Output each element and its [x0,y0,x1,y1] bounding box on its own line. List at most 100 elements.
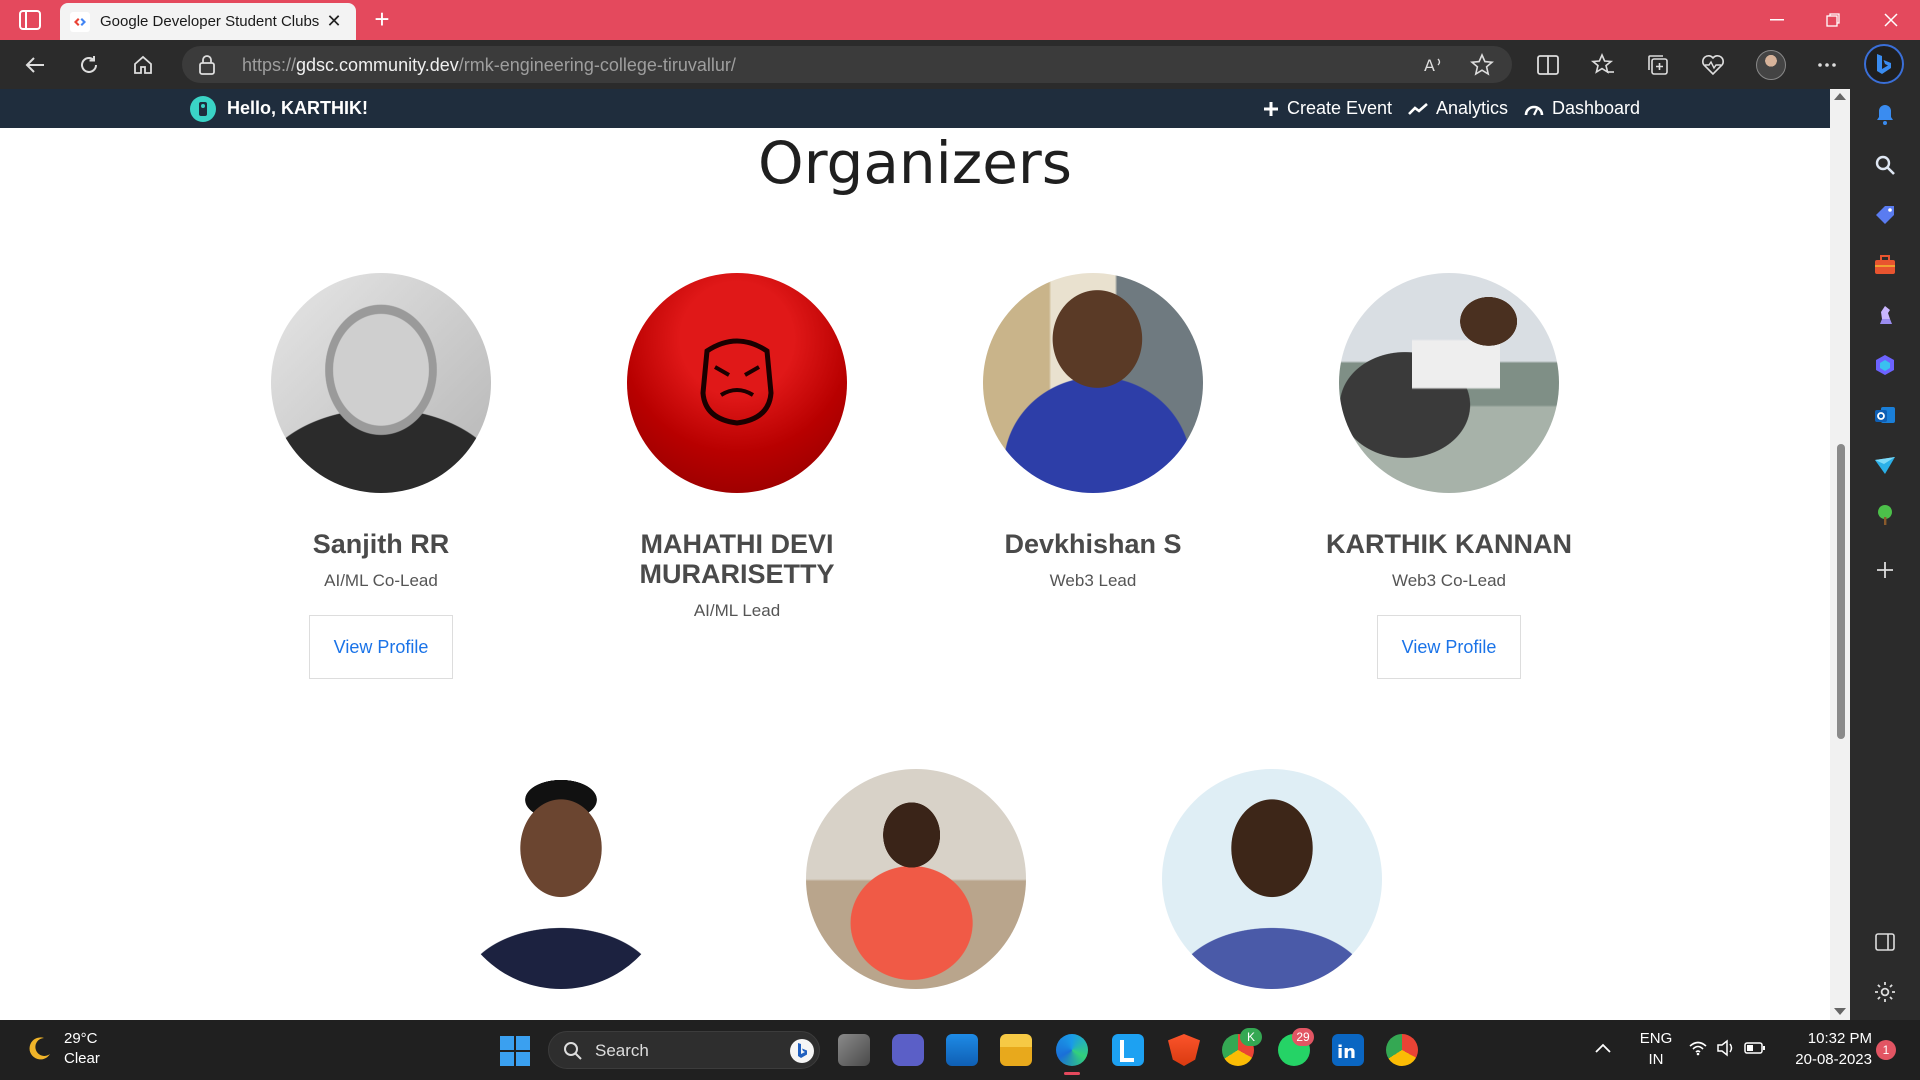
region-indicator[interactable]: IN [1636,1051,1676,1068]
teams-meet-icon[interactable] [892,1034,924,1066]
organizer-role: AI/ML Co-Lead [324,571,438,590]
browser-tab-active[interactable]: Google Developer Student Clubs ✕ [60,3,356,40]
microsoft-365-icon[interactable] [1872,352,1898,378]
organizer-photo [806,769,1026,989]
chevron-up-icon[interactable] [1594,1042,1612,1054]
moon-weather-icon[interactable] [24,1034,54,1064]
task-view-icon[interactable] [838,1034,870,1066]
home-icon[interactable] [126,48,160,82]
favorites-icon[interactable] [1590,52,1616,78]
organizer-name: MAHATHI DEVI MURARISETTY [639,529,835,589]
bing-copilot-icon[interactable] [1864,44,1904,84]
user-avatar-icon[interactable] [190,96,216,122]
add-sidebar-app-icon[interactable] [1872,557,1898,583]
new-tab-button[interactable]: + [368,6,396,34]
analytics-label: Analytics [1436,98,1509,118]
organizer-photo [1339,273,1559,493]
dashboard-label: Dashboard [1552,98,1641,118]
search-label: Search [595,1041,649,1060]
tree-icon[interactable] [1872,502,1898,528]
language-indicator[interactable]: ENG [1636,1030,1676,1047]
chrome-icon[interactable] [1386,1034,1418,1066]
plus-icon [1264,101,1278,116]
split-screen-icon[interactable] [1535,52,1561,78]
dali-mask-icon [700,338,774,426]
dashboard-link[interactable]: Dashboard [1524,98,1640,119]
scroll-up-icon[interactable] [1834,93,1846,100]
clock-date[interactable]: 20-08-2023 [1782,1051,1872,1068]
wifi-icon[interactable] [1688,1040,1708,1056]
scrollbar-thumb[interactable] [1837,444,1845,739]
organizer-name: Sanjith RR [312,529,450,559]
notification-count-badge[interactable]: 1 [1876,1040,1896,1060]
organizer-card: KARTHIK KANNAN Web3 Co-Lead View Profile [1299,273,1599,679]
organizer-role: Web3 Lead [1049,571,1137,590]
restore-icon[interactable] [1818,6,1848,34]
tab-title: Google Developer Student Clubs [100,13,320,30]
create-event-label: Create Event [1287,98,1393,118]
outlook-icon[interactable] [1872,402,1898,428]
notifications-bell-icon[interactable] [1872,102,1898,128]
gauge-icon [1524,105,1544,115]
browser-titlebar: Google Developer Student Clubs ✕ + [0,0,1920,40]
shopping-tag-icon[interactable] [1872,202,1898,228]
windows-taskbar: 29°C Clear Search K 29 in ENG IN 10:32 P… [0,1020,1920,1080]
view-profile-button[interactable]: View Profile [1377,615,1521,679]
organizer-card: Sanjith RR AI/ML Co-Lead View Profile [231,273,531,679]
weather-condition[interactable]: Clear [64,1050,100,1067]
browser-essentials-icon[interactable] [1700,52,1726,78]
clock-time[interactable]: 10:32 PM [1782,1030,1872,1047]
refresh-icon[interactable] [72,48,106,82]
settings-gear-icon[interactable] [1872,979,1898,1005]
tab-actions-icon[interactable] [18,9,42,31]
organizer-photo [627,273,847,493]
active-app-indicator [1064,1072,1080,1075]
profile-avatar[interactable] [1756,50,1786,80]
battery-icon[interactable] [1744,1040,1766,1056]
linkedin-icon[interactable]: in [1332,1034,1364,1066]
l-app-icon[interactable] [1112,1034,1144,1066]
volume-icon[interactable] [1716,1039,1736,1057]
view-profile-button[interactable]: View Profile [309,615,453,679]
back-icon[interactable] [18,48,52,82]
address-bar[interactable]: https://gdsc.community.dev/rmk-engineeri… [182,46,1512,83]
minimize-icon[interactable] [1762,6,1792,34]
close-window-icon[interactable] [1876,6,1906,34]
create-event-link[interactable]: Create Event [1263,98,1392,119]
organizer-role: Web3 Co-Lead [1391,571,1507,590]
trend-line-icon [1408,102,1428,115]
lock-icon[interactable] [198,55,216,75]
organizer-card: MAHATHI DEVI MURARISETTY AI/ML Lead [587,273,887,621]
greeting-text: Hello, KARTHIK! [227,98,368,118]
svg-text:A: A [1424,56,1435,75]
mail-icon[interactable] [946,1034,978,1066]
taskbar-search[interactable]: Search [548,1031,820,1069]
svg-text:in: in [1337,1042,1356,1063]
site-header: Hello, KARTHIK! Create Event Analytics D… [0,89,1830,128]
scroll-down-icon[interactable] [1834,1008,1846,1015]
windows-start-icon[interactable] [500,1036,530,1066]
tools-briefcase-icon[interactable] [1872,252,1898,278]
send-drop-icon[interactable] [1872,452,1898,478]
favorite-star-icon[interactable] [1470,53,1494,77]
file-explorer-icon[interactable] [1000,1034,1032,1066]
hide-sidebar-icon[interactable] [1872,929,1898,955]
gdsc-favicon-icon [70,11,90,32]
brave-browser-icon[interactable] [1168,1034,1200,1066]
organizer-photo [271,273,491,493]
games-chess-icon[interactable] [1872,302,1898,328]
organizer-photo [451,769,671,989]
tab-close-icon[interactable]: ✕ [322,10,346,34]
search-sidebar-icon[interactable] [1872,152,1898,178]
more-options-icon[interactable] [1814,52,1840,78]
read-aloud-icon[interactable]: A [1422,53,1446,77]
collections-icon[interactable] [1645,52,1671,78]
organizer-card: Devkhishan S Web3 Lead [943,273,1243,591]
organizer-role: AI/ML Lead [693,601,781,620]
url-text[interactable]: https://gdsc.community.dev/rmk-engineeri… [242,55,736,76]
weather-temperature[interactable]: 29°C [64,1030,98,1047]
organizer-name: Devkhishan S [1004,529,1182,559]
edge-browser-icon[interactable] [1056,1034,1088,1066]
chrome-profile-badge: K [1240,1028,1262,1046]
analytics-link[interactable]: Analytics [1408,98,1508,119]
